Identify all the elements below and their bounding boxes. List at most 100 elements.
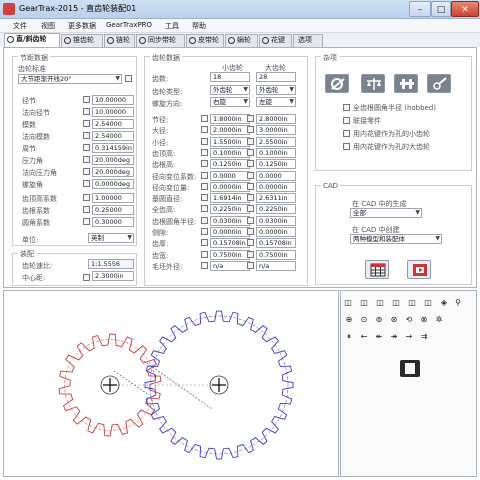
gear-row-field[interactable]: 0.0000in xyxy=(256,181,296,192)
pinion-row-checkbox[interactable] xyxy=(201,160,208,168)
pinion-row-field[interactable]: 0.0000 xyxy=(210,170,250,181)
pinion-row-field[interactable]: 0.0000in xyxy=(210,181,250,192)
unit-select[interactable]: 英制 ▼ xyxy=(88,233,134,243)
menu-tools[interactable]: 工具 xyxy=(165,21,179,31)
gear-mesh-viewer[interactable] xyxy=(3,290,339,477)
pinion-row-field[interactable]: 1.6914in xyxy=(210,193,250,204)
pinion-row-field[interactable]: 0.1000in xyxy=(210,147,250,158)
tab-sprocket[interactable]: 链轮 xyxy=(104,34,135,47)
pitch-row-field[interactable]: 2.54000 xyxy=(92,131,134,141)
table-button[interactable] xyxy=(365,260,389,279)
pinion-row-checkbox[interactable] xyxy=(201,137,208,145)
pitch-row-checkbox[interactable] xyxy=(83,144,90,151)
pinion-row-checkbox[interactable] xyxy=(201,194,208,202)
caliper-tool-button[interactable] xyxy=(394,74,418,93)
pitch-row-checkbox[interactable] xyxy=(83,120,90,127)
pitch-row-field[interactable]: 10.00000 xyxy=(92,107,134,117)
view-iso-icon[interactable]: ◈ xyxy=(439,298,449,308)
pinion-row-field[interactable]: 0.0000in xyxy=(210,227,250,237)
cad-create-select[interactable]: 两种模型和装配体 ▼ xyxy=(350,234,442,244)
settings-gear-icon[interactable]: ✲ xyxy=(434,315,444,325)
step-forward-icon[interactable]: → xyxy=(404,332,414,342)
pan-icon[interactable]: ⊛ xyxy=(389,315,399,325)
gear-row-field[interactable]: 2.6311in xyxy=(256,193,296,204)
view-rotate-icon[interactable]: ⚲ xyxy=(453,298,463,308)
coef-row-field[interactable]: 0.30000 xyxy=(92,217,134,227)
gear-spline-bore-checkbox[interactable] xyxy=(343,143,350,150)
measure-icon[interactable]: ⊗ xyxy=(419,315,429,325)
gear-row-checkbox[interactable] xyxy=(247,171,254,179)
tab-belt-pulley[interactable]: 皮带轮 xyxy=(186,34,224,47)
coef-row-checkbox[interactable] xyxy=(83,194,90,201)
menu-file[interactable]: 文件 xyxy=(13,21,27,31)
pinion-row-field[interactable]: 2.0000in xyxy=(210,125,250,136)
pinion-row-checkbox[interactable] xyxy=(201,126,208,134)
dimension-tool-button[interactable] xyxy=(325,74,349,93)
gear-row-checkbox[interactable] xyxy=(247,194,254,202)
menu-more-data[interactable]: 更多数据 xyxy=(68,21,96,31)
gear-row-checkbox[interactable] xyxy=(247,205,254,213)
play-icon[interactable]: ⇉ xyxy=(419,332,429,342)
pitch-row-field[interactable]: 0.0000deg xyxy=(92,179,134,189)
gear-hand-select[interactable]: 左旋 ▼ xyxy=(256,97,296,107)
pinion-row-field[interactable]: 1.8000in xyxy=(210,114,250,124)
menu-help[interactable]: 帮助 xyxy=(192,21,206,31)
pinion-row-field[interactable]: 0.2250in xyxy=(210,204,250,215)
tab-spline[interactable]: 花键 xyxy=(259,34,292,47)
zoom-in-icon[interactable]: ⊚ xyxy=(374,315,384,325)
gear-row-field[interactable]: 0.0300in xyxy=(256,215,296,226)
coef-row-checkbox[interactable] xyxy=(83,218,90,225)
full-root-radius-checkbox[interactable] xyxy=(343,104,350,111)
gear-row-checkbox[interactable] xyxy=(247,160,254,168)
zoom-window-icon[interactable]: ⊙ xyxy=(359,315,369,325)
gear-row-field[interactable]: n/a xyxy=(256,260,296,271)
gear-row-checkbox[interactable] xyxy=(247,126,254,134)
coef-row-field[interactable]: 0.25000 xyxy=(92,205,134,215)
minimize-button[interactable]: – xyxy=(409,1,431,17)
pinion-spline-bore-checkbox[interactable] xyxy=(343,130,350,137)
gear-row-checkbox[interactable] xyxy=(247,148,254,156)
pitch-row-field[interactable]: 10.00000 xyxy=(92,95,134,105)
pinion-type-select[interactable]: 外齿轮 ▼ xyxy=(210,85,250,95)
gear-type-select[interactable]: 外齿轮 ▼ xyxy=(256,85,296,95)
gear-row-field[interactable]: 0.0000 xyxy=(256,170,296,181)
print-document-button[interactable] xyxy=(400,360,420,377)
pinion-row-field[interactable]: 0.7500in xyxy=(210,249,250,260)
view-top-icon[interactable]: ◫ xyxy=(375,298,385,308)
pinion-row-checkbox[interactable] xyxy=(201,239,208,247)
gear-row-field[interactable]: 0.15708in xyxy=(256,238,296,249)
gear-teeth-field[interactable]: 28 xyxy=(256,72,296,82)
gear-row-checkbox[interactable] xyxy=(247,261,254,269)
gear-row-checkbox[interactable] xyxy=(247,115,254,122)
pause-icon[interactable]: ⏸ xyxy=(344,332,354,342)
link-parts-checkbox[interactable] xyxy=(343,117,350,124)
rotate-left-icon[interactable]: ↞ xyxy=(374,332,384,342)
gear-row-field[interactable]: 3.0000in xyxy=(256,125,296,136)
pitch-row-checkbox[interactable] xyxy=(83,108,90,115)
pitch-row-field[interactable]: 20.000deg xyxy=(92,167,134,177)
pinion-row-checkbox[interactable] xyxy=(201,216,208,224)
pitch-row-checkbox[interactable] xyxy=(83,132,90,139)
pitch-row-field[interactable]: 2.54000 xyxy=(92,119,134,129)
cad-generate-select[interactable]: 全部 ▼ xyxy=(350,208,422,218)
gear-row-checkbox[interactable] xyxy=(247,182,254,190)
pinion-row-field[interactable]: 0.1250in xyxy=(210,159,250,170)
coef-row-checkbox[interactable] xyxy=(83,206,90,213)
zoom-fit-icon[interactable]: ⊕ xyxy=(344,315,354,325)
tooth-std-checkbox[interactable] xyxy=(125,75,132,82)
step-back-icon[interactable]: ← xyxy=(359,332,369,342)
tab-spur-helical[interactable]: 直/斜齿轮 xyxy=(4,33,60,47)
maximize-button[interactable]: □ xyxy=(431,1,451,17)
pinion-row-checkbox[interactable] xyxy=(201,205,208,213)
pinion-row-field[interactable]: 0.0300in xyxy=(210,215,250,226)
gear-row-field[interactable]: 0.2250in xyxy=(256,204,296,215)
gear-row-checkbox[interactable] xyxy=(247,239,254,247)
gear-row-field[interactable]: 2.8000in xyxy=(256,114,296,124)
tab-worm[interactable]: 蜗轮 xyxy=(225,34,258,47)
gear-row-checkbox[interactable] xyxy=(247,250,254,258)
pinion-row-checkbox[interactable] xyxy=(201,228,208,235)
pitch-row-checkbox[interactable] xyxy=(83,96,90,103)
view-right-icon[interactable]: ◫ xyxy=(423,298,433,308)
tooth-std-select[interactable]: 大节距渐开线20° ▼ xyxy=(18,74,122,84)
gear-row-checkbox[interactable] xyxy=(247,228,254,235)
